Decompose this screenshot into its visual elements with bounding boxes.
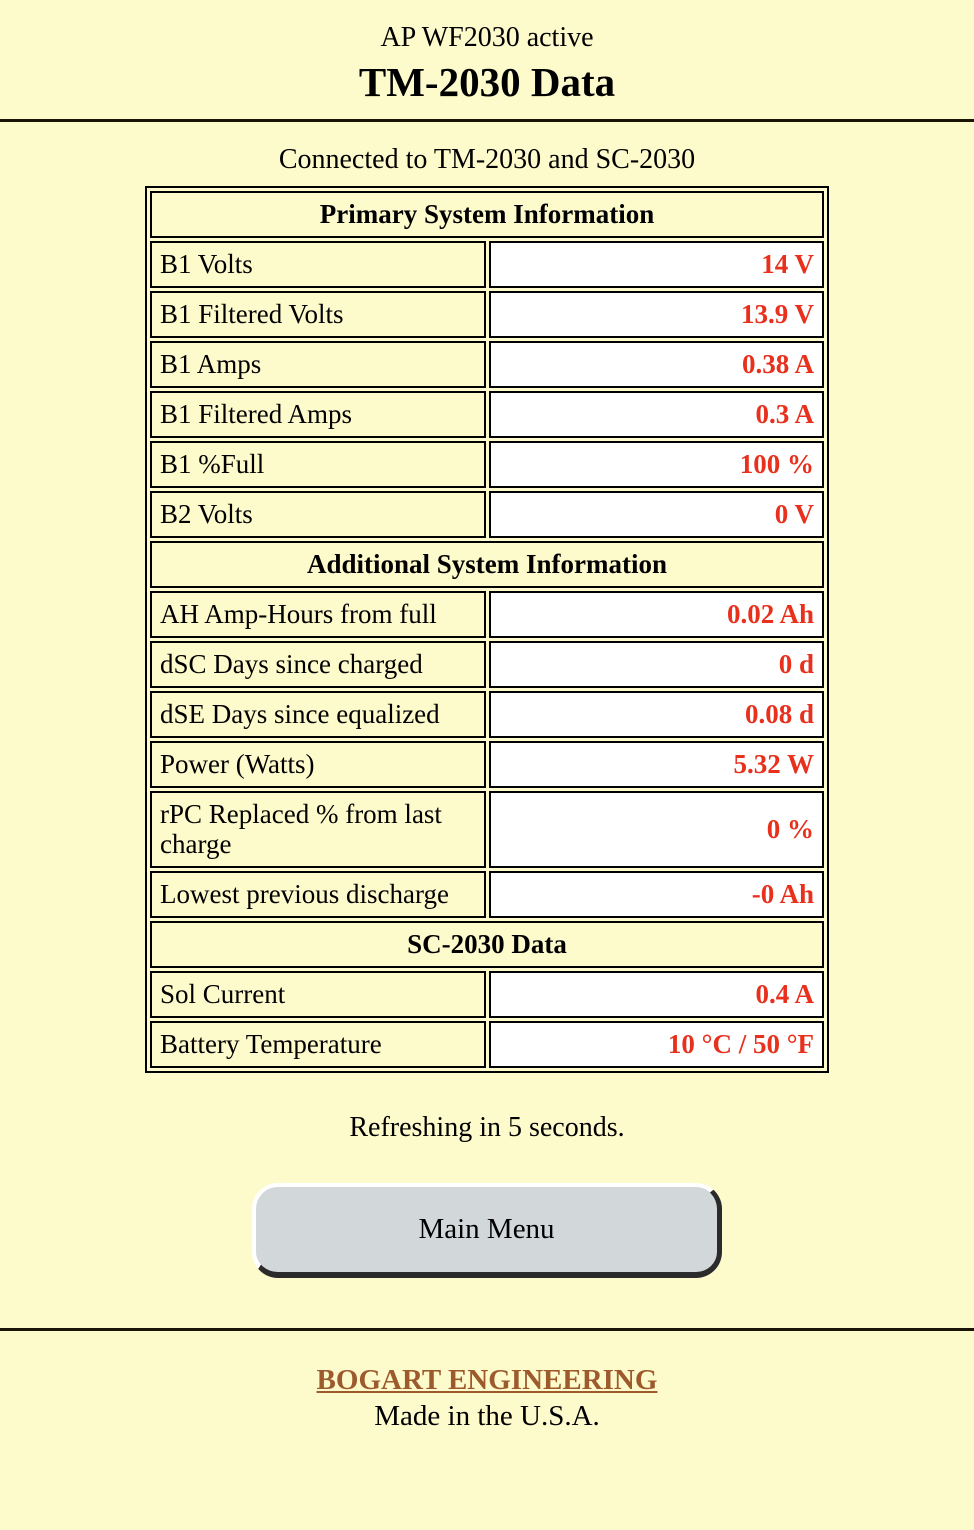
page-footer: BOGART ENGINEERING Made in the U.S.A. [0, 1331, 974, 1434]
row-label: AH Amp-Hours from full [150, 591, 486, 638]
connection-status: Connected to TM-2030 and SC-2030 [278, 144, 696, 175]
table-row: B1 Volts 14 V [150, 241, 824, 288]
row-value: 0.4 A [488, 971, 824, 1018]
table-row: Battery Temperature 10 °C / 50 °F [150, 1021, 824, 1068]
row-value: 0.08 d [488, 691, 824, 738]
row-label: Power (Watts) [150, 741, 486, 788]
table-row: B1 Filtered Amps 0.3 A [150, 391, 824, 438]
row-label: rPC Replaced % from last charge [150, 791, 486, 868]
row-value: 100 % [488, 441, 824, 488]
row-label: B1 Filtered Volts [150, 291, 486, 338]
row-value: 0 d [488, 641, 824, 688]
row-label: dSC Days since charged [150, 641, 486, 688]
section-heading: SC-2030 Data [150, 921, 824, 968]
button-row: Main Menu [0, 1183, 974, 1278]
table-row: Sol Current 0.4 A [150, 971, 824, 1018]
refresh-notice: Refreshing in 5 seconds. [349, 1112, 625, 1143]
row-label: B1 Volts [150, 241, 486, 288]
section-heading: Additional System Information [150, 541, 824, 588]
table-row: B1 Amps 0.38 A [150, 341, 824, 388]
table-row: B2 Volts 0 V [150, 491, 824, 538]
table-section-header-row: Additional System Information [150, 541, 824, 588]
row-label: Sol Current [150, 971, 486, 1018]
page-header: AP WF2030 active TM-2030 Data [0, 0, 974, 107]
row-label: Battery Temperature [150, 1021, 486, 1068]
row-label: B2 Volts [150, 491, 486, 538]
row-value: 14 V [488, 241, 824, 288]
row-value: 0.02 Ah [488, 591, 824, 638]
row-label: B1 Filtered Amps [150, 391, 486, 438]
row-value: 13.9 V [488, 291, 824, 338]
ap-status-text: AP WF2030 active [380, 22, 594, 53]
bogart-engineering-link[interactable]: BOGART ENGINEERING [317, 1363, 658, 1397]
table-row: rPC Replaced % from last charge 0 % [150, 791, 824, 868]
table-row: Lowest previous discharge -0 Ah [150, 871, 824, 918]
table-row: dSC Days since charged 0 d [150, 641, 824, 688]
system-data-table: Primary System Information B1 Volts 14 V B1… [145, 186, 829, 1073]
section-heading: Primary System Information [150, 191, 824, 238]
row-value: 0.3 A [488, 391, 824, 438]
made-in-usa-text: Made in the U.S.A. [374, 1400, 600, 1432]
page-title: TM-2030 Data [358, 59, 616, 105]
header-divider [0, 119, 974, 122]
table-section-header-row: SC-2030 Data [150, 921, 824, 968]
row-value: 10 °C / 50 °F [488, 1021, 824, 1068]
row-value: 5.32 W [488, 741, 824, 788]
row-value: 0.38 A [488, 341, 824, 388]
table-row: B1 %Full 100 % [150, 441, 824, 488]
table-section-header-row: Primary System Information [150, 191, 824, 238]
table-row: AH Amp-Hours from full 0.02 Ah [150, 591, 824, 638]
row-value: -0 Ah [488, 871, 824, 918]
table-row: B1 Filtered Volts 13.9 V [150, 291, 824, 338]
main-menu-button[interactable]: Main Menu [252, 1183, 722, 1278]
row-label: B1 Amps [150, 341, 486, 388]
table-body: Primary System Information B1 Volts 14 V B1… [150, 191, 824, 1068]
table-row: dSE Days since equalized 0.08 d [150, 691, 824, 738]
row-value: 0 % [488, 791, 824, 868]
table-row: Power (Watts) 5.32 W [150, 741, 824, 788]
row-label: Lowest previous discharge [150, 871, 486, 918]
row-value: 0 V [488, 491, 824, 538]
data-table-container: Primary System Information B1 Volts 14 V B1… [0, 186, 974, 1073]
row-label: dSE Days since equalized [150, 691, 486, 738]
row-label: B1 %Full [150, 441, 486, 488]
